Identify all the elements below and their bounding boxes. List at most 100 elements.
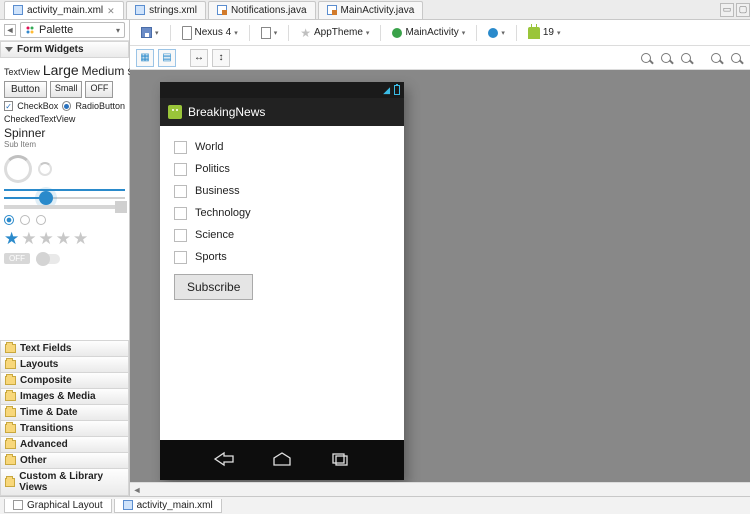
editor-toolbar-2: ▦ ▤ ↔ ↕: [130, 46, 750, 70]
tab-label: Notifications.java: [231, 5, 307, 16]
nav-back-icon[interactable]: [213, 451, 235, 470]
folder-icon: [5, 376, 16, 385]
minimize-button[interactable]: ▭: [720, 3, 734, 17]
back-button[interactable]: ◄: [4, 24, 16, 36]
switch-item[interactable]: [36, 254, 60, 264]
android-icon: [528, 27, 540, 39]
zoom-fit-button[interactable]: [638, 50, 654, 66]
folder-icon: [5, 456, 16, 465]
blueprint-mode-button[interactable]: ▤: [158, 49, 176, 67]
progress-small-item[interactable]: [38, 162, 52, 176]
checkbox-item[interactable]: CheckBox: [17, 101, 58, 111]
checkbox-business[interactable]: Business: [174, 180, 390, 202]
subscribe-button[interactable]: Subscribe: [174, 274, 253, 300]
device-frame: ◢ BreakingNews World Politics Business T…: [160, 82, 404, 480]
scroll-left-icon[interactable]: ◄: [130, 484, 144, 496]
wifi-icon: ◢: [383, 85, 390, 96]
theme-selector[interactable]: ★AppTheme▾: [295, 23, 374, 43]
device-selector[interactable]: Nexus 4▾: [177, 23, 243, 43]
checkbox-icon: [174, 185, 187, 198]
close-icon[interactable]: ✕: [107, 6, 115, 14]
design-canvas[interactable]: ◢ BreakingNews World Politics Business T…: [130, 70, 750, 482]
xml-icon: [13, 5, 23, 15]
xml-icon: [123, 500, 133, 510]
slider-item[interactable]: [4, 197, 125, 199]
spinner-item[interactable]: Spinner: [4, 126, 125, 140]
tab-label: activity_main.xml: [27, 5, 103, 16]
tab-label: strings.xml: [149, 5, 197, 16]
checkbox-icon: [174, 251, 187, 264]
orientation-dropdown[interactable]: ▾: [256, 24, 283, 42]
disk-icon: [141, 27, 152, 38]
navigation-bar: [160, 440, 404, 480]
progress-large-item[interactable]: [4, 155, 32, 183]
screen-content[interactable]: World Politics Business Technology Scien…: [160, 126, 404, 440]
progressbar-item[interactable]: [4, 189, 125, 191]
tab-strings[interactable]: strings.xml: [126, 1, 206, 19]
editor-toolbar: ▾ Nexus 4▾ ▾ ★AppTheme▾ MainActivity▾ ▾ …: [130, 20, 750, 46]
checkbox-technology[interactable]: Technology: [174, 202, 390, 224]
layout-icon: [13, 500, 23, 510]
cat-time-date[interactable]: Time & Date: [0, 404, 129, 420]
expand-height-button[interactable]: ↕: [212, 49, 230, 67]
folder-icon: [5, 424, 16, 433]
cat-text-fields[interactable]: Text Fields: [0, 340, 129, 356]
cat-images-media[interactable]: Images & Media: [0, 388, 129, 404]
palette-title-label: Palette: [39, 24, 73, 36]
textview-item[interactable]: TextView: [4, 67, 40, 77]
magnifier-icon: [681, 53, 691, 63]
medium-text-item[interactable]: Medium: [82, 64, 125, 78]
seekbar-item[interactable]: [4, 205, 125, 209]
tab-mainactivity[interactable]: MainActivity.java: [318, 1, 424, 19]
cat-custom-library[interactable]: Custom & Library Views: [0, 468, 129, 496]
checkbox-politics[interactable]: Politics: [174, 158, 390, 180]
nav-home-icon[interactable]: [271, 451, 293, 470]
tab-source-xml[interactable]: activity_main.xml: [114, 499, 222, 513]
radiogroup-item[interactable]: [4, 215, 125, 225]
cat-layouts[interactable]: Layouts: [0, 356, 129, 372]
status-bar: ◢: [160, 82, 404, 98]
api-selector[interactable]: 19▾: [523, 24, 566, 42]
cat-advanced[interactable]: Advanced: [0, 436, 129, 452]
save-dropdown[interactable]: ▾: [136, 24, 164, 41]
design-mode-button[interactable]: ▦: [136, 49, 154, 67]
expand-width-button[interactable]: ↔: [190, 49, 208, 67]
cat-composite[interactable]: Composite: [0, 372, 129, 388]
activity-label: MainActivity: [405, 27, 458, 38]
activity-selector[interactable]: MainActivity▾: [387, 24, 470, 41]
cat-transitions[interactable]: Transitions: [0, 420, 129, 436]
large-text-item[interactable]: Large: [43, 62, 79, 78]
nav-recent-icon[interactable]: [329, 451, 351, 470]
zoom-100-button[interactable]: [658, 50, 674, 66]
magnifier-icon: [711, 53, 721, 63]
radiobutton-item[interactable]: RadioButton: [75, 101, 125, 111]
checkbox-science[interactable]: Science: [174, 224, 390, 246]
zoom-in-button[interactable]: [728, 50, 744, 66]
form-widgets-header[interactable]: Form Widgets: [0, 41, 129, 58]
horizontal-scrollbar[interactable]: ◄: [130, 482, 750, 496]
cat-other[interactable]: Other: [0, 452, 129, 468]
tab-activity-main[interactable]: activity_main.xml ✕: [4, 1, 124, 19]
toggle-off-item[interactable]: OFF: [4, 253, 30, 264]
folder-icon: [5, 344, 16, 353]
zoom-actual-button[interactable]: [678, 50, 694, 66]
palette-dropdown[interactable]: Palette ▾: [20, 22, 125, 38]
api-label: 19: [543, 27, 554, 38]
radio-icon: [62, 101, 71, 111]
checkbox-sports[interactable]: Sports: [174, 246, 390, 268]
tab-notifications[interactable]: Notifications.java: [208, 1, 316, 19]
tab-graphical-layout[interactable]: Graphical Layout: [4, 499, 112, 513]
checkbox-icon: [174, 141, 187, 154]
maximize-button[interactable]: ▢: [736, 3, 750, 17]
off-button-item[interactable]: OFF: [85, 81, 113, 98]
zoom-out-button[interactable]: [708, 50, 724, 66]
button-item[interactable]: Button: [4, 81, 47, 98]
app-icon: [168, 105, 182, 119]
locale-selector[interactable]: ▾: [483, 25, 510, 41]
checkbox-world[interactable]: World: [174, 136, 390, 158]
magnifier-icon: [661, 53, 671, 63]
small-button-item[interactable]: Small: [50, 81, 83, 98]
folder-icon: [5, 360, 16, 369]
checkedtextview-item[interactable]: CheckedTextView: [4, 114, 125, 124]
ratingbar-item[interactable]: ★★★★★: [4, 229, 125, 249]
